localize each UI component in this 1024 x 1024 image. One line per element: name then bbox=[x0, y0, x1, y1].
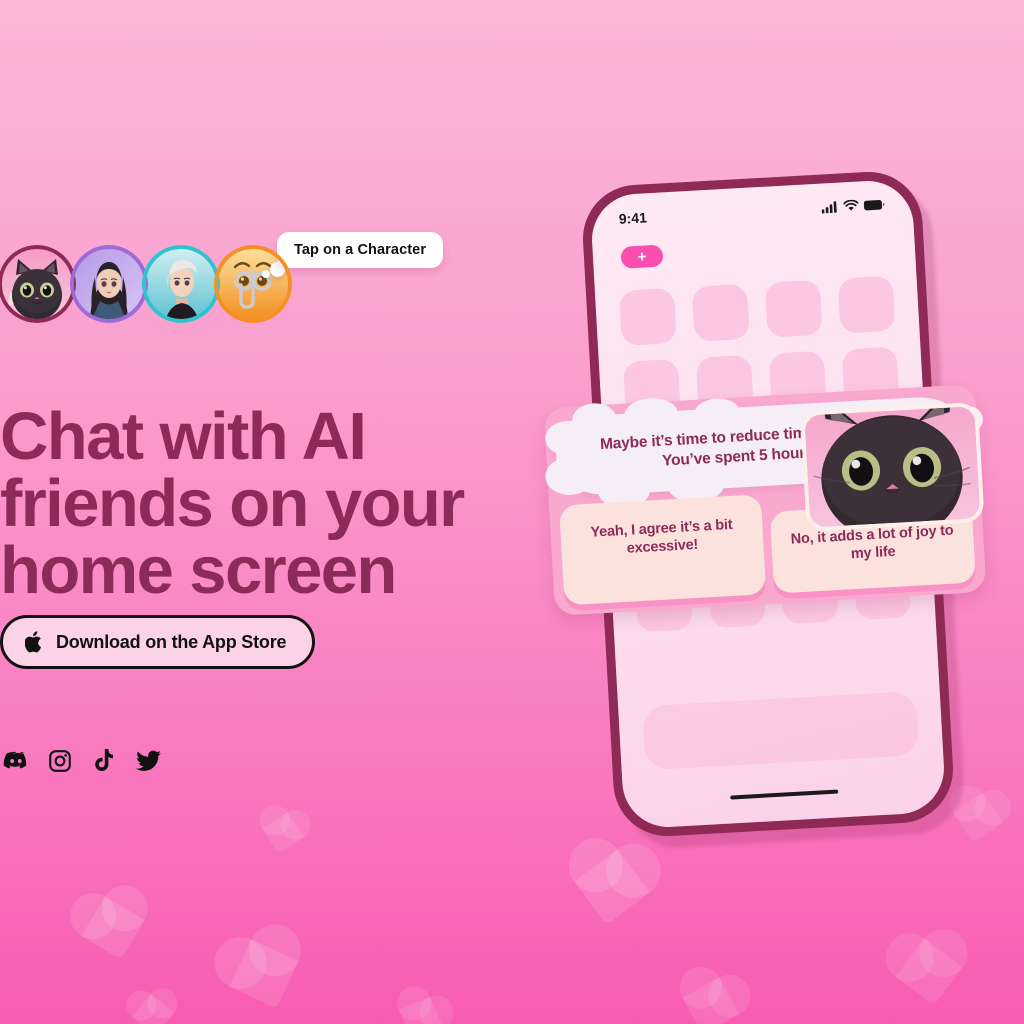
avatar-ring-dark-hair-woman bbox=[70, 245, 148, 323]
app-icon[interactable] bbox=[837, 275, 896, 334]
status-bar-icons bbox=[821, 198, 885, 214]
home-indicator bbox=[730, 789, 839, 800]
character-avatar-row bbox=[0, 245, 292, 323]
thought-lobe bbox=[571, 402, 618, 437]
chat-character-portrait bbox=[800, 401, 985, 532]
character-avatar-black-cat[interactable] bbox=[0, 245, 76, 323]
add-character-button[interactable]: + bbox=[620, 244, 664, 269]
app-icon[interactable] bbox=[764, 279, 823, 338]
heart-shape bbox=[952, 792, 1004, 844]
reply-option-1[interactable]: Yeah, I agree it’s a bit excessive! bbox=[558, 493, 767, 606]
avatar-ring-white-hair-man bbox=[142, 245, 220, 323]
thought-lobe bbox=[544, 455, 597, 497]
chat-card: Maybe it’s time to reduce time on Instag… bbox=[543, 384, 987, 616]
apple-icon bbox=[25, 631, 44, 653]
heart-shape bbox=[682, 977, 740, 1024]
character-avatar-paperclip-face[interactable] bbox=[214, 245, 292, 323]
avatar-ring-paperclip-face bbox=[214, 245, 292, 323]
battery-icon bbox=[863, 199, 885, 210]
headline-line-1: Chat with AI bbox=[0, 398, 367, 474]
wifi-icon bbox=[843, 199, 859, 211]
tiktok-icon[interactable] bbox=[91, 748, 117, 774]
social-links bbox=[3, 748, 161, 774]
character-avatar-dark-hair-woman[interactable] bbox=[70, 245, 148, 323]
twitter-icon[interactable] bbox=[135, 748, 161, 774]
cellular-signal-icon bbox=[821, 201, 837, 214]
status-bar-time: 9:41 bbox=[618, 209, 648, 227]
tap-character-tooltip: Tap on a Character bbox=[277, 232, 444, 268]
download-app-store-button[interactable]: Download on the App Store bbox=[0, 615, 316, 669]
heart-shape bbox=[895, 938, 963, 1006]
discord-icon[interactable] bbox=[3, 748, 29, 774]
heart-shape bbox=[574, 849, 650, 925]
headline-line-3: home screen bbox=[0, 532, 397, 608]
avatar-ring-black-cat bbox=[0, 245, 76, 323]
chat-overlay: Maybe it’s time to reduce time on Instag… bbox=[543, 384, 987, 616]
landing-page: Tap on a Character Chat with AI friends o… bbox=[0, 0, 1024, 1024]
download-app-store-label: Download on the App Store bbox=[56, 631, 287, 652]
character-avatar-white-hair-man[interactable] bbox=[142, 245, 220, 323]
app-icon[interactable] bbox=[618, 287, 677, 346]
thought-lobe bbox=[623, 396, 679, 434]
phone-dock bbox=[642, 691, 920, 771]
phone-status-bar: 9:41 bbox=[590, 194, 912, 228]
headline-line-2: friends on your bbox=[0, 465, 465, 541]
page-title: Chat with AI friends on your home screen bbox=[0, 403, 500, 604]
instagram-icon[interactable] bbox=[47, 748, 73, 774]
hero-content: Tap on a Character Chat with AI friends o… bbox=[0, 0, 520, 1024]
app-icon[interactable] bbox=[691, 283, 750, 342]
thought-lobe bbox=[693, 397, 741, 430]
